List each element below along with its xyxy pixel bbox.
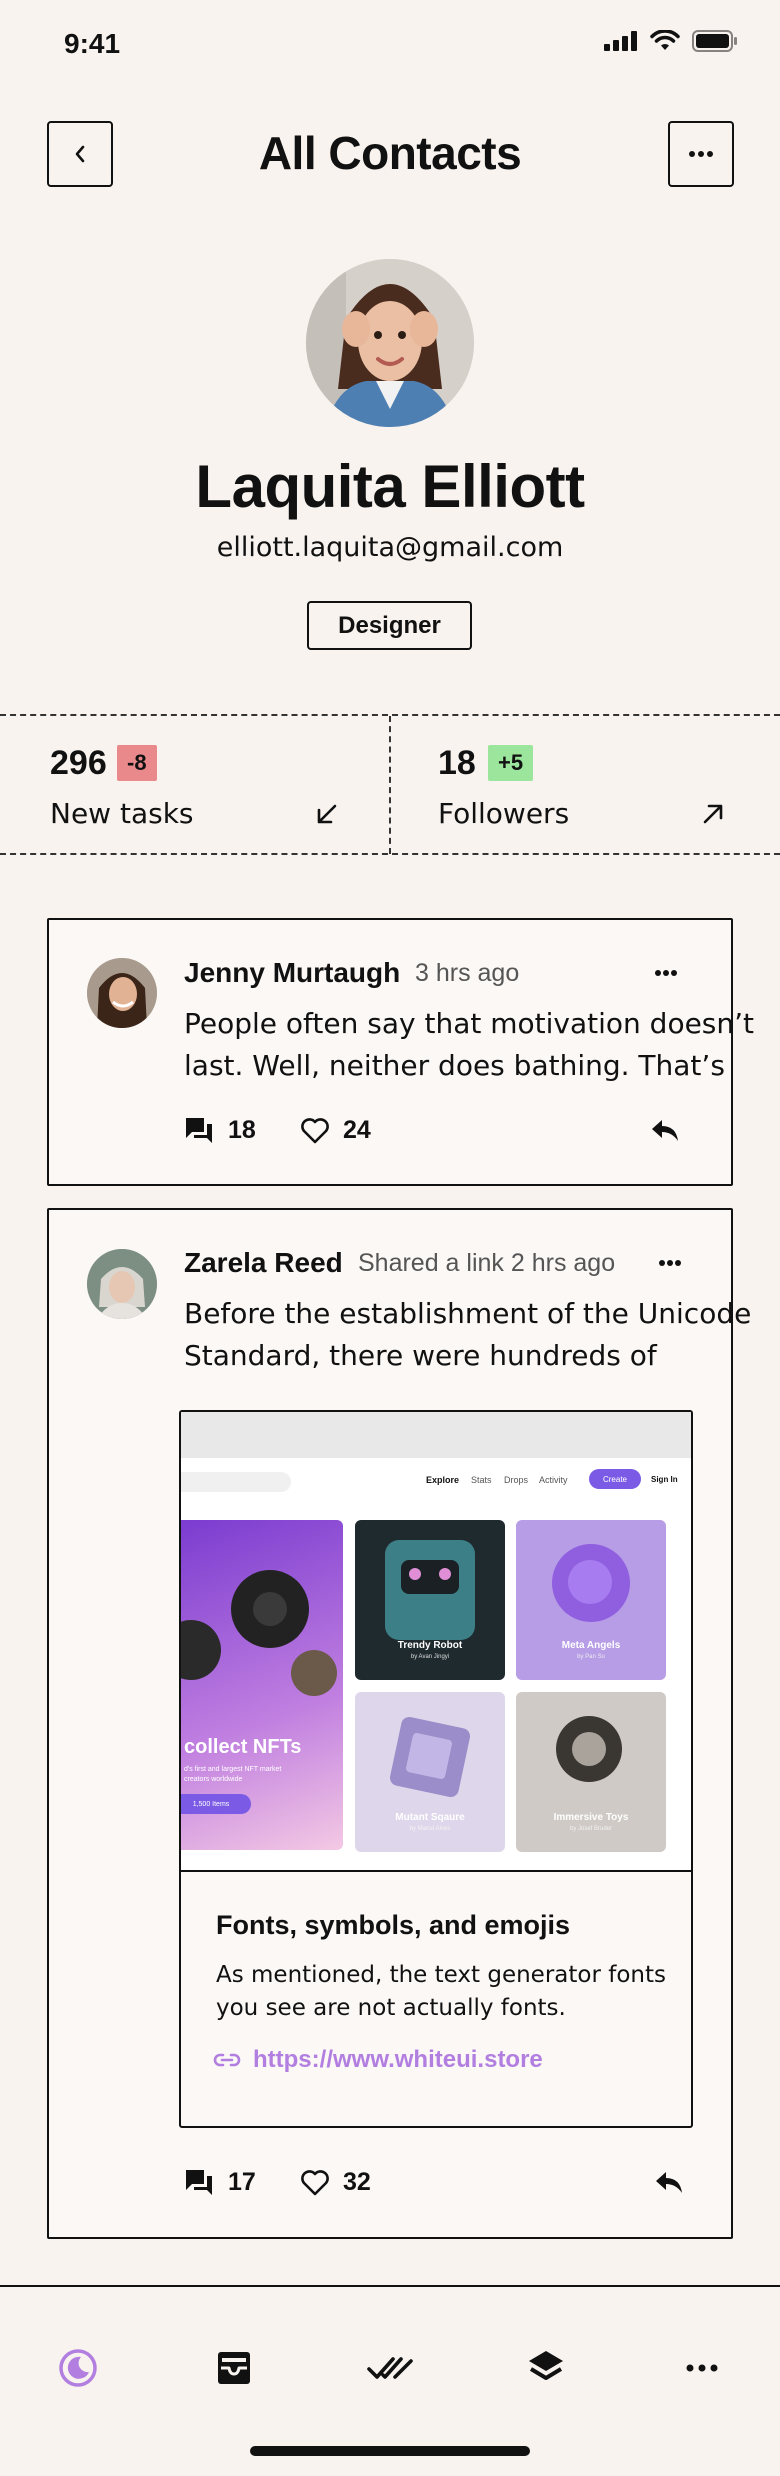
preview-link[interactable]: https://www.whiteui.store bbox=[253, 2046, 543, 2074]
more-horizontal-icon[interactable] bbox=[658, 1259, 682, 1267]
role-badge[interactable]: Designer bbox=[307, 601, 472, 650]
stat-new-tasks-label: New tasks bbox=[50, 797, 194, 830]
heart-icon[interactable] bbox=[300, 2168, 330, 2196]
preview-tile-sub: by Josef Bruder bbox=[569, 1826, 613, 1832]
more-button[interactable] bbox=[668, 121, 734, 187]
stat-new-tasks-value: 296 bbox=[50, 744, 107, 782]
more-horizontal-icon bbox=[686, 2364, 718, 2372]
stat-followers-label: Followers bbox=[438, 797, 570, 830]
divider bbox=[389, 716, 391, 854]
preview-tile: Trendy Robot by Avan Jingyi bbox=[355, 1520, 505, 1680]
post-text: People often say that motivation doesn’t bbox=[184, 1007, 755, 1040]
preview-nav-drops: Drops bbox=[504, 1475, 529, 1485]
preview-nav-stats: Stats bbox=[471, 1475, 492, 1485]
preview-tile-title: Meta Angels bbox=[561, 1640, 621, 1651]
profile-name: Laquita Elliott bbox=[195, 453, 585, 520]
reply-icon[interactable] bbox=[650, 1117, 680, 1143]
post-time: 3 hrs ago bbox=[415, 959, 520, 987]
preview-desc: you see are not actually fonts. bbox=[216, 1995, 566, 2021]
avatar[interactable] bbox=[87, 958, 157, 1028]
tab-done[interactable] bbox=[362, 2340, 418, 2396]
arrow-up-right-icon[interactable] bbox=[700, 801, 726, 827]
status-time: 9:41 bbox=[64, 28, 121, 59]
link-icon bbox=[213, 2053, 241, 2067]
double-check-icon bbox=[367, 2357, 413, 2379]
reply-icon[interactable] bbox=[654, 2169, 684, 2195]
like-count: 32 bbox=[343, 2168, 371, 2196]
preview-tile: Mutant Sqaure by Marco Alves bbox=[355, 1692, 505, 1852]
comment-count: 17 bbox=[228, 2168, 256, 2196]
tab-bar-divider bbox=[0, 2285, 780, 2287]
preview-create-button: Create bbox=[589, 1469, 641, 1489]
home-indicator bbox=[250, 2446, 530, 2456]
heart-icon[interactable] bbox=[300, 1116, 330, 1144]
preview-hero-title: collect NFTs bbox=[184, 1736, 302, 1758]
inbox-icon bbox=[218, 2352, 250, 2384]
preview-tile-sub: by Marco Alves bbox=[409, 1826, 451, 1832]
profile-email: elliott.laquita@gmail.com bbox=[216, 532, 564, 563]
layers-icon bbox=[529, 2351, 563, 2380]
post-text: Before the establishment of the Unicode bbox=[184, 1297, 752, 1330]
preview-signin: Sign In bbox=[651, 1475, 678, 1484]
wifi-icon bbox=[650, 30, 680, 50]
preview-tile-sub: by Pan Su bbox=[577, 1654, 605, 1660]
preview-nav-activity: Activity bbox=[539, 1475, 568, 1485]
link-preview[interactable]: Explore Stats Drops Activity Create Sign… bbox=[179, 1410, 693, 2128]
preview-screenshot: Explore Stats Drops Activity Create Sign… bbox=[181, 1412, 691, 1872]
more-horizontal-icon[interactable] bbox=[654, 969, 678, 977]
post-text: last. Well, neither does bathing. That’s bbox=[184, 1049, 725, 1082]
preview-hero-button: 1,500 Items bbox=[181, 1794, 251, 1814]
profile-avatar bbox=[306, 259, 474, 427]
tab-moon[interactable] bbox=[50, 2340, 106, 2396]
stat-new-tasks-delta: -8 bbox=[117, 745, 157, 781]
avatar[interactable] bbox=[87, 1249, 157, 1319]
post-author[interactable]: Jenny Murtaugh bbox=[184, 957, 400, 989]
preview-nav-explore: Explore bbox=[426, 1475, 460, 1485]
signal-icon bbox=[604, 31, 637, 51]
comment-icon[interactable] bbox=[184, 2168, 214, 2196]
post-meta: Shared a link 2 hrs ago bbox=[358, 1249, 616, 1277]
preview-hero: collect NFTs d's first and largest NFT m… bbox=[181, 1520, 343, 1850]
post-text: Standard, there were hundreds of bbox=[184, 1339, 657, 1372]
preview-tile-sub: by Avan Jingyi bbox=[410, 1654, 450, 1660]
tab-inbox[interactable] bbox=[206, 2340, 262, 2396]
tab-layers[interactable] bbox=[518, 2340, 574, 2396]
preview-tile: Immersive Toys by Josef Bruder bbox=[516, 1692, 666, 1852]
post-author[interactable]: Zarela Reed bbox=[184, 1247, 343, 1279]
preview-tile: Meta Angels by Pan Su bbox=[516, 1520, 666, 1680]
more-horizontal-icon bbox=[689, 151, 713, 157]
preview-desc: As mentioned, the text generator fonts bbox=[216, 1962, 666, 1988]
preview-title: Fonts, symbols, and emojis bbox=[216, 1910, 571, 1940]
preview-tile-title: Mutant Sqaure bbox=[395, 1812, 465, 1823]
preview-tile-title: Trendy Robot bbox=[397, 1640, 463, 1651]
preview-tile-title: Immersive Toys bbox=[553, 1812, 629, 1823]
preview-hero-sub: d's first and largest NFT market bbox=[184, 1766, 282, 1773]
stat-followers-delta: +5 bbox=[488, 745, 534, 781]
moon-icon bbox=[59, 2349, 97, 2387]
comment-icon[interactable] bbox=[184, 1116, 214, 1144]
arrow-down-left-icon[interactable] bbox=[314, 801, 340, 827]
stat-followers-value: 18 bbox=[438, 744, 476, 782]
tab-more[interactable] bbox=[674, 2340, 730, 2396]
preview-hero-sub: creators worldwide bbox=[184, 1776, 243, 1783]
comment-count: 18 bbox=[228, 1116, 256, 1144]
like-count: 24 bbox=[343, 1116, 371, 1144]
status-icons bbox=[604, 30, 738, 52]
page-title: All Contacts bbox=[258, 127, 522, 179]
battery-icon bbox=[692, 30, 737, 52]
